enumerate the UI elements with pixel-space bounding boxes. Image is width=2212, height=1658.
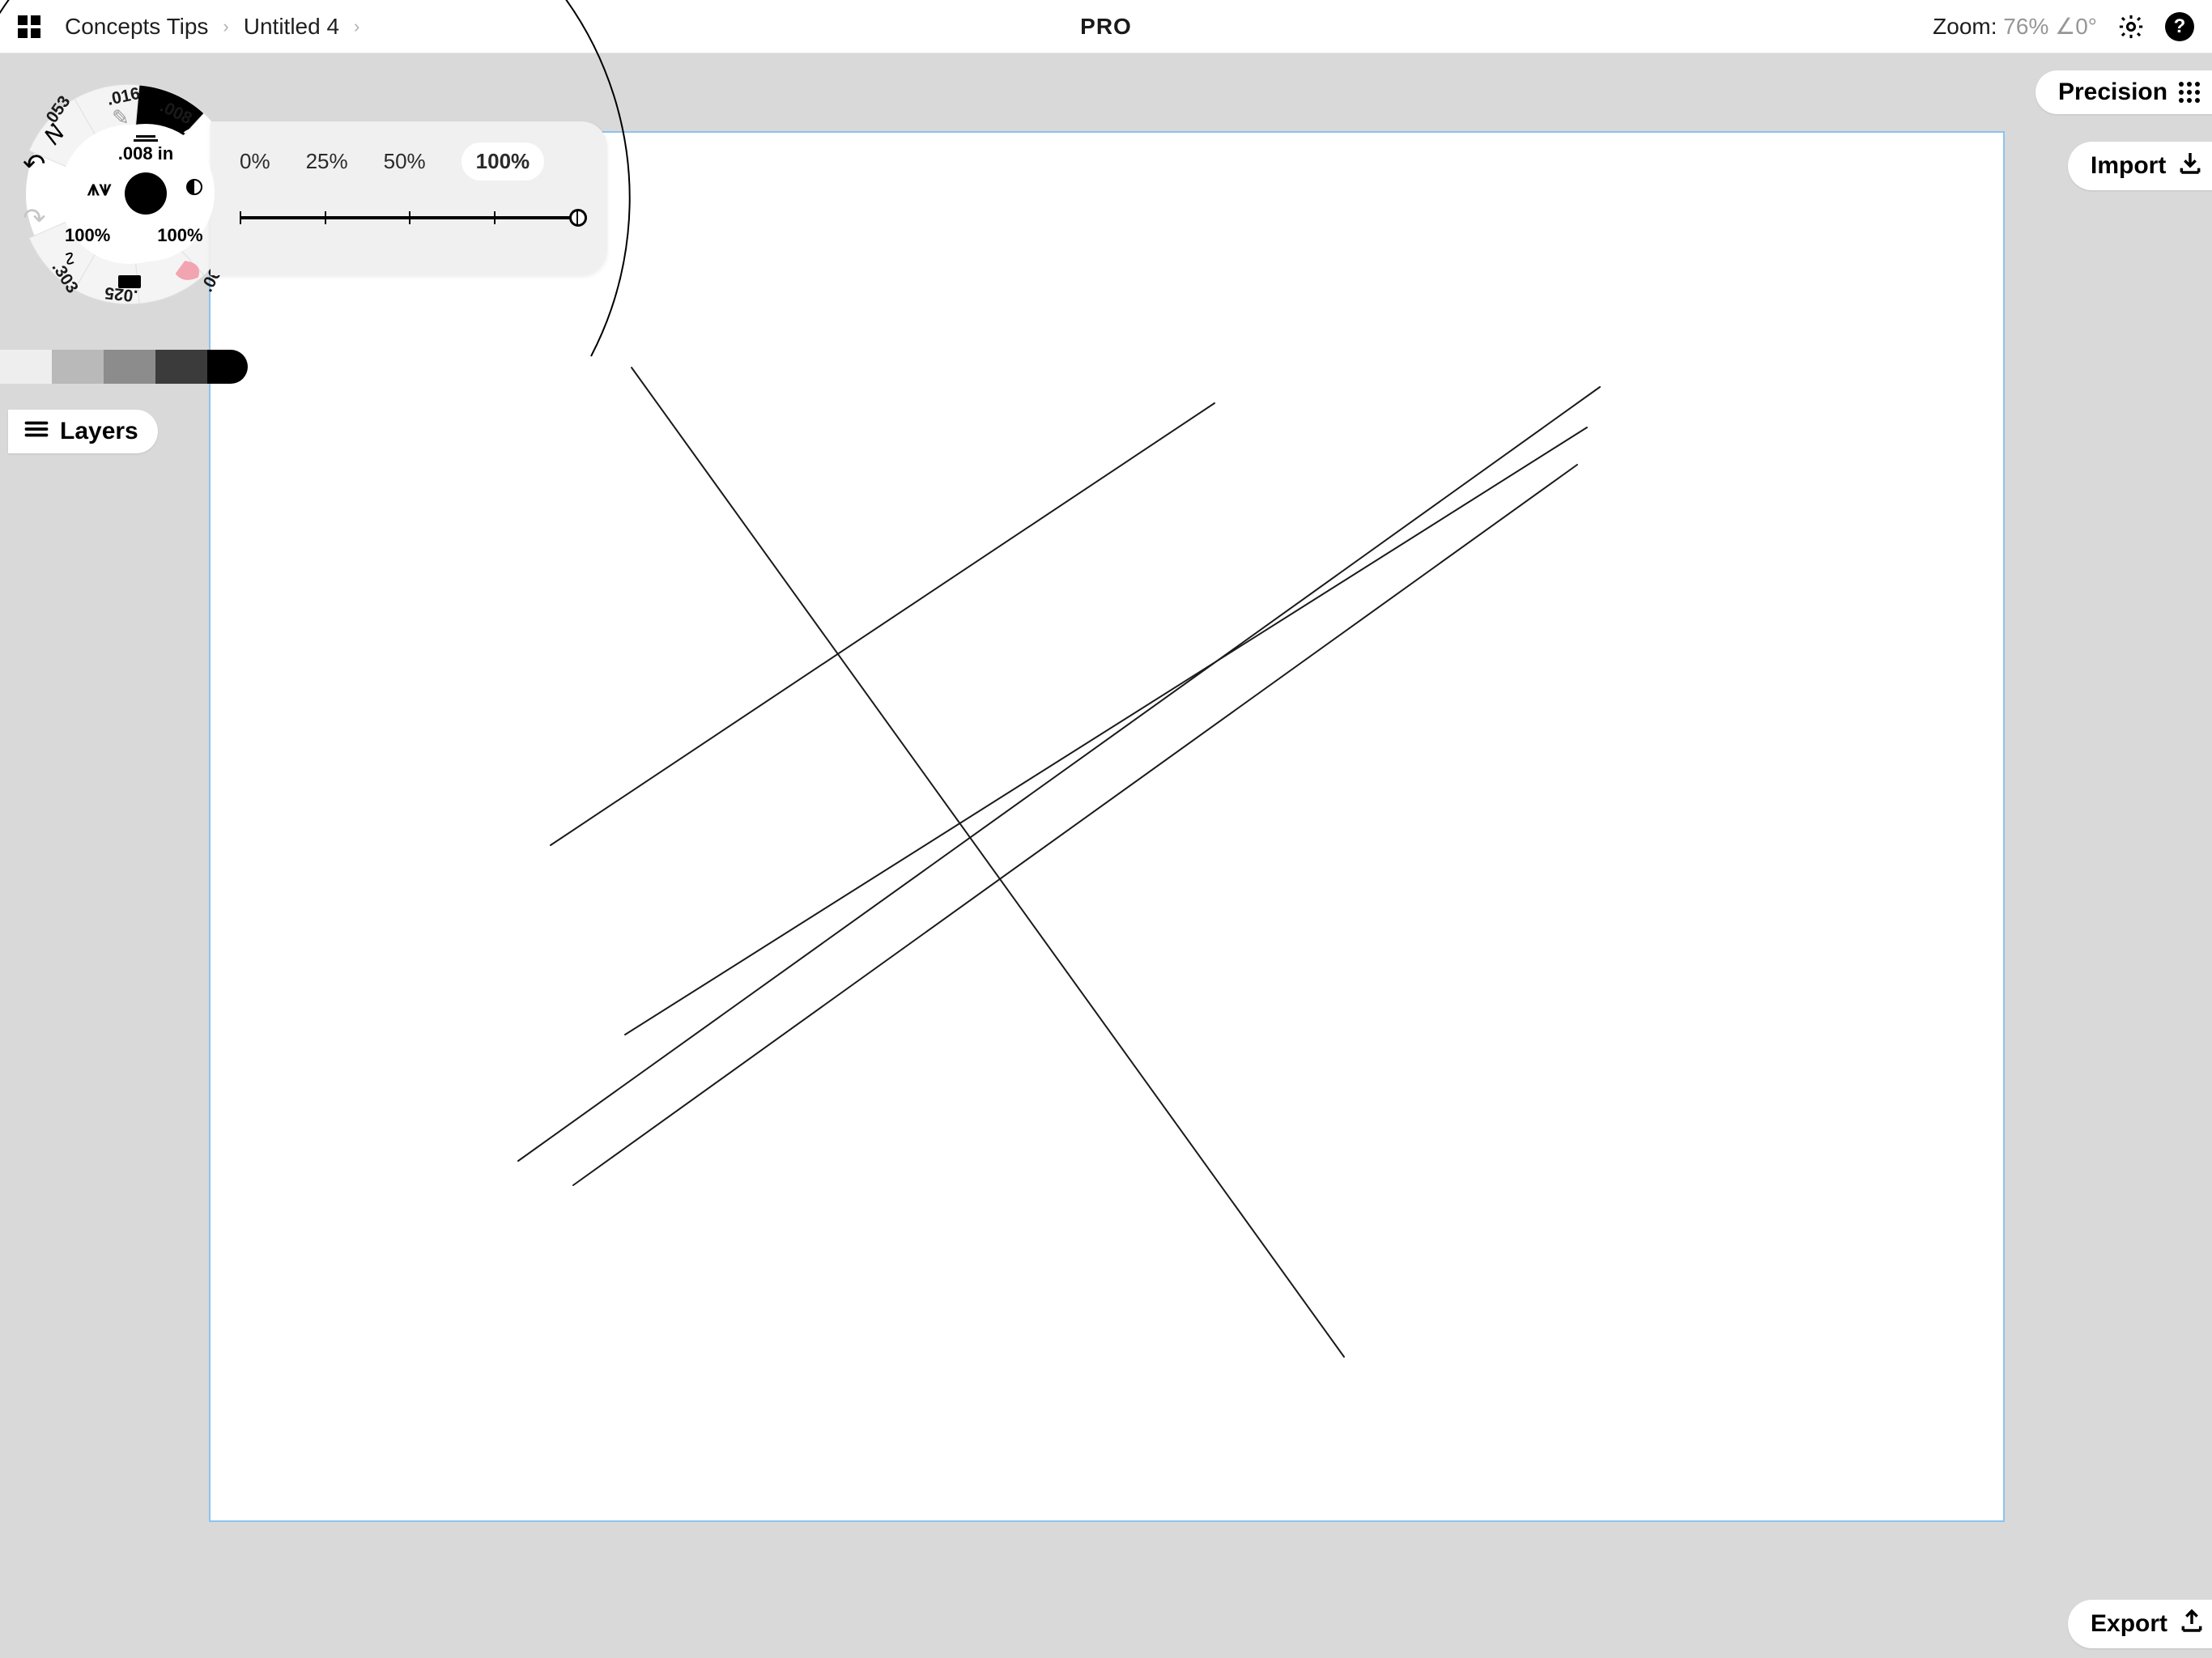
opacity-icon[interactable] bbox=[186, 179, 202, 195]
import-label: Import bbox=[2091, 152, 2166, 180]
opacity-value[interactable]: 100% bbox=[157, 225, 202, 246]
breadcrumb-separator-icon: › bbox=[354, 16, 359, 37]
artboard[interactable] bbox=[211, 133, 2003, 1520]
precision-label: Precision bbox=[2058, 79, 2167, 106]
rotation-value[interactable]: ∠0° bbox=[2055, 14, 2097, 39]
brush-size-label: .008 in bbox=[118, 143, 173, 164]
layers-icon bbox=[24, 418, 49, 445]
svg-text:∿: ∿ bbox=[56, 245, 83, 271]
help-icon[interactable]: ? bbox=[2165, 12, 2194, 41]
layers-label: Layers bbox=[60, 418, 138, 445]
swatch-current[interactable] bbox=[207, 350, 248, 384]
svg-text:𝑁: 𝑁 bbox=[40, 120, 70, 149]
settings-icon[interactable] bbox=[2116, 12, 2146, 41]
opacity-popup: 0% 25% 50% 100% bbox=[211, 121, 607, 275]
wheel-size-303: .303 bbox=[48, 258, 82, 296]
import-button[interactable]: Import bbox=[2068, 142, 2212, 190]
opacity-option-25[interactable]: 25% bbox=[306, 149, 348, 174]
pro-badge[interactable]: PRO bbox=[1080, 14, 1132, 40]
precision-button[interactable]: Precision bbox=[2035, 70, 2212, 114]
opacity-option-50[interactable]: 50% bbox=[384, 149, 426, 174]
swatch-4[interactable] bbox=[155, 350, 207, 384]
opacity-option-100[interactable]: 100% bbox=[462, 142, 545, 181]
smoothing-value[interactable]: 100% bbox=[65, 225, 110, 246]
gallery-icon[interactable] bbox=[18, 15, 40, 38]
opacity-option-0[interactable]: 0% bbox=[240, 149, 270, 174]
color-swatches bbox=[0, 350, 248, 384]
wheel-size-053: .053 bbox=[40, 92, 74, 130]
swatch-3[interactable] bbox=[104, 350, 155, 384]
zoom-label: Zoom: bbox=[1933, 14, 1997, 39]
precision-grid-icon bbox=[2179, 82, 2200, 103]
brush-color-dot[interactable] bbox=[125, 172, 167, 215]
import-icon bbox=[2177, 150, 2203, 182]
layers-button[interactable]: Layers bbox=[8, 410, 158, 453]
wheel-size-016: .016 bbox=[105, 84, 142, 109]
smoothing-icon[interactable]: ⩚⩛ bbox=[87, 177, 111, 202]
wheel-size-025: .025 bbox=[104, 283, 138, 305]
breadcrumb-project[interactable]: Concepts Tips bbox=[65, 14, 208, 40]
swatch-2[interactable] bbox=[52, 350, 104, 384]
redo-icon[interactable]: ↷ bbox=[23, 202, 46, 235]
wheel-size-008: .008 bbox=[157, 97, 195, 129]
breadcrumb-separator-icon: › bbox=[223, 16, 228, 37]
export-label: Export bbox=[2091, 1610, 2167, 1638]
breadcrumb-document[interactable]: Untitled 4 bbox=[244, 14, 339, 40]
export-button[interactable]: Export bbox=[2068, 1600, 2212, 1648]
opacity-slider[interactable] bbox=[240, 216, 578, 219]
swatch-1[interactable] bbox=[0, 350, 52, 384]
app-header: Concepts Tips › Untitled 4 › PRO Zoom: 7… bbox=[0, 0, 2212, 53]
brush-size-icon bbox=[134, 135, 158, 142]
export-icon bbox=[2179, 1608, 2205, 1640]
undo-icon[interactable]: ↶ bbox=[23, 148, 46, 181]
zoom-value[interactable]: 76% bbox=[2003, 14, 2048, 39]
opacity-slider-handle[interactable] bbox=[569, 209, 587, 227]
